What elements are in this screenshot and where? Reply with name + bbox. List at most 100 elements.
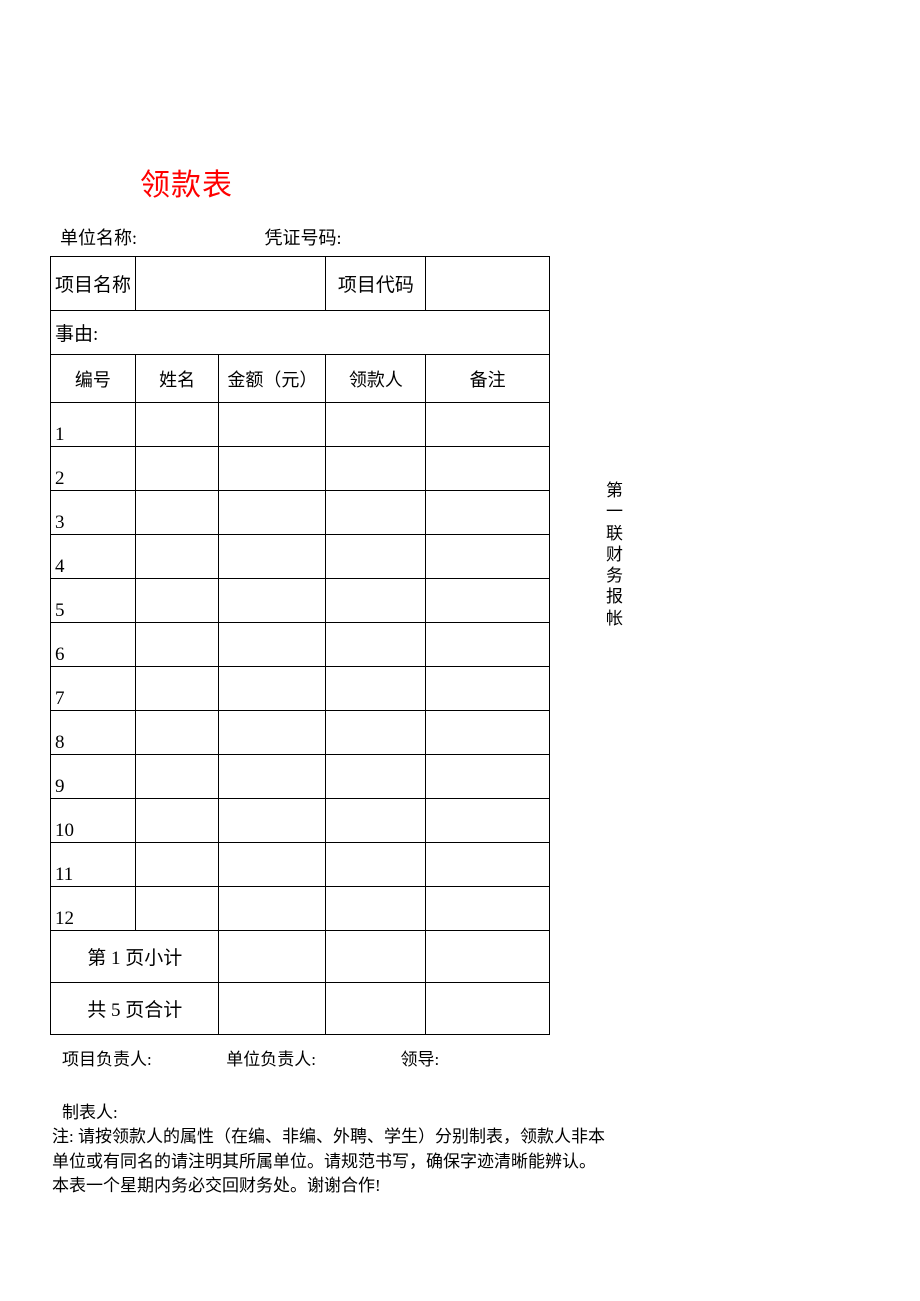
row-amount[interactable] — [219, 711, 326, 755]
project-name-label: 项目名称 — [51, 257, 136, 311]
subtotal-label: 第 1 页小计 — [51, 931, 219, 983]
col-recipient: 领款人 — [326, 355, 426, 403]
page-subtotal-row: 第 1 页小计 — [51, 931, 550, 983]
side-char: 报 — [606, 586, 626, 607]
row-amount[interactable] — [219, 887, 326, 931]
row-amount[interactable] — [219, 579, 326, 623]
row-index: 12 — [51, 887, 136, 931]
row-name[interactable] — [135, 403, 219, 447]
row-recipient[interactable] — [326, 447, 426, 491]
row-index: 9 — [51, 755, 136, 799]
row-note[interactable] — [426, 755, 550, 799]
table-row: 1 — [51, 403, 550, 447]
row-amount[interactable] — [219, 623, 326, 667]
row-note[interactable] — [426, 799, 550, 843]
row-index: 3 — [51, 491, 136, 535]
row-name[interactable] — [135, 491, 219, 535]
row-recipient[interactable] — [326, 623, 426, 667]
col-index: 编号 — [51, 355, 136, 403]
row-name[interactable] — [135, 755, 219, 799]
row-note[interactable] — [426, 491, 550, 535]
table-row: 12 — [51, 887, 550, 931]
table-row: 5 — [51, 579, 550, 623]
table-row: 10 — [51, 799, 550, 843]
row-amount[interactable] — [219, 667, 326, 711]
row-name[interactable] — [135, 447, 219, 491]
row-name[interactable] — [135, 887, 219, 931]
reason-row: 事由: — [51, 311, 550, 355]
row-recipient[interactable] — [326, 887, 426, 931]
row-amount[interactable] — [219, 755, 326, 799]
side-char: 一 — [606, 501, 626, 522]
row-index: 2 — [51, 447, 136, 491]
subtotal-amount[interactable] — [219, 931, 326, 983]
side-char: 第 — [606, 480, 626, 501]
row-recipient[interactable] — [326, 579, 426, 623]
row-note[interactable] — [426, 403, 550, 447]
row-amount[interactable] — [219, 403, 326, 447]
row-index: 5 — [51, 579, 136, 623]
row-recipient[interactable] — [326, 491, 426, 535]
header-line: 单位名称: 凭证号码: — [60, 224, 600, 250]
row-amount[interactable] — [219, 799, 326, 843]
row-note[interactable] — [426, 623, 550, 667]
row-index: 4 — [51, 535, 136, 579]
form-title: 领款表 — [140, 160, 600, 204]
row-note[interactable] — [426, 579, 550, 623]
leader-label: 领导: — [401, 1045, 440, 1070]
row-name[interactable] — [135, 843, 219, 887]
row-note[interactable] — [426, 711, 550, 755]
table-row: 4 — [51, 535, 550, 579]
project-row: 项目名称 项目代码 — [51, 257, 550, 311]
row-recipient[interactable] — [326, 535, 426, 579]
row-amount[interactable] — [219, 491, 326, 535]
row-index: 1 — [51, 403, 136, 447]
row-name[interactable] — [135, 623, 219, 667]
row-note[interactable] — [426, 667, 550, 711]
col-amount: 金额（元） — [219, 355, 326, 403]
reason-cell[interactable]: 事由: — [51, 311, 550, 355]
grandtotal-note[interactable] — [426, 983, 550, 1035]
subtotal-note[interactable] — [426, 931, 550, 983]
side-char: 务 — [606, 565, 626, 586]
row-recipient[interactable] — [326, 667, 426, 711]
copy-label-vertical: 第一联财务报帐 — [606, 480, 626, 629]
subtotal-recipient[interactable] — [326, 931, 426, 983]
row-name[interactable] — [135, 667, 219, 711]
row-note[interactable] — [426, 843, 550, 887]
side-char: 第一联财务报帐 — [606, 480, 626, 629]
payment-table: 项目名称 项目代码 事由: 编号 姓名 金额（元） 领款人 备注 1234567… — [50, 256, 550, 1035]
row-recipient[interactable] — [326, 403, 426, 447]
row-index: 7 — [51, 667, 136, 711]
signature-line: 项目负责人: 单位负责人: 领导: — [62, 1045, 600, 1070]
row-recipient[interactable] — [326, 843, 426, 887]
row-name[interactable] — [135, 579, 219, 623]
column-headings: 编号 姓名 金额（元） 领款人 备注 — [51, 355, 550, 403]
unit-name-label: 单位名称: — [60, 224, 260, 250]
col-name: 姓名 — [135, 355, 219, 403]
row-recipient[interactable] — [326, 711, 426, 755]
row-name[interactable] — [135, 799, 219, 843]
row-note[interactable] — [426, 535, 550, 579]
row-name[interactable] — [135, 711, 219, 755]
row-note[interactable] — [426, 447, 550, 491]
row-index: 8 — [51, 711, 136, 755]
row-amount[interactable] — [219, 843, 326, 887]
row-index: 10 — [51, 799, 136, 843]
project-code-label: 项目代码 — [326, 257, 426, 311]
side-char: 帐 — [606, 608, 626, 629]
table-row: 9 — [51, 755, 550, 799]
table-row: 8 — [51, 711, 550, 755]
row-recipient[interactable] — [326, 755, 426, 799]
grand-total-row: 共 5 页合计 — [51, 983, 550, 1035]
project-name-value[interactable] — [135, 257, 326, 311]
col-note: 备注 — [426, 355, 550, 403]
row-recipient[interactable] — [326, 799, 426, 843]
grandtotal-amount[interactable] — [219, 983, 326, 1035]
row-amount[interactable] — [219, 447, 326, 491]
row-name[interactable] — [135, 535, 219, 579]
row-amount[interactable] — [219, 535, 326, 579]
grandtotal-recipient[interactable] — [326, 983, 426, 1035]
row-note[interactable] — [426, 887, 550, 931]
project-code-value[interactable] — [426, 257, 550, 311]
